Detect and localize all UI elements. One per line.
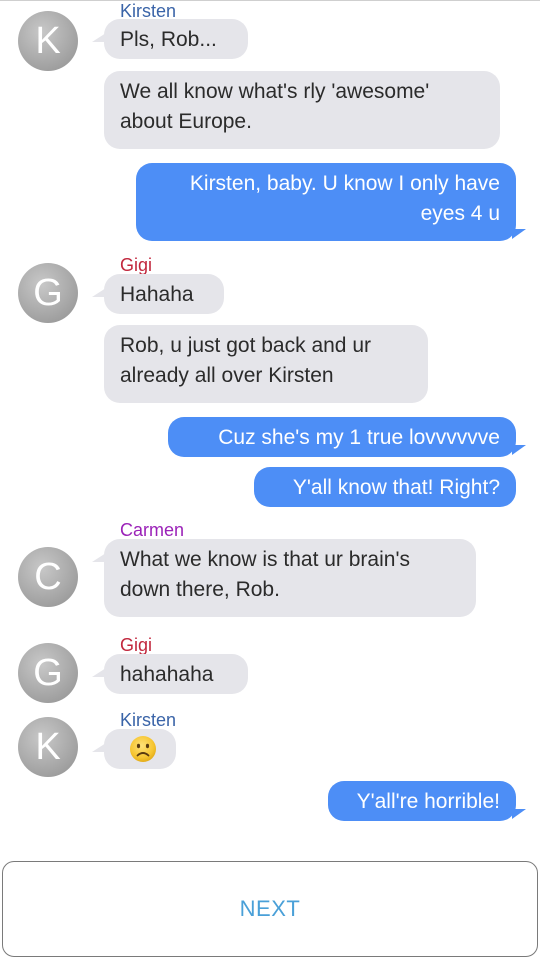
- message-bubble: hahahaha: [92, 654, 248, 694]
- message-bubble: Rob, u just got back and ur already all …: [104, 325, 428, 403]
- message-bubble: We all know what's rly 'awesome' about E…: [104, 71, 500, 149]
- sender-name-gigi: Gigi: [120, 255, 153, 275]
- avatar-gigi: G: [18, 263, 78, 323]
- message-list: Kirsten K Pls, Rob... We all know what's…: [0, 1, 540, 851]
- next-button[interactable]: NEXT: [2, 861, 538, 957]
- outgoing-message-bubble: Kirsten, baby. U know I only have eyes 4…: [136, 163, 526, 241]
- avatar-kirsten: K: [18, 717, 78, 777]
- chat-screen: Kirsten K Pls, Rob... We all know what's…: [0, 0, 540, 960]
- avatar-gigi: G: [18, 643, 78, 703]
- outgoing-message-bubble: Y'all're horrible!: [328, 781, 526, 821]
- sender-name-gigi: Gigi: [120, 635, 153, 655]
- sender-name-kirsten: Kirsten: [120, 1, 177, 21]
- avatar-kirsten: K: [18, 11, 78, 71]
- outgoing-message-bubble: Y'all know that! Right?: [254, 467, 516, 507]
- message-bubble: What we know is that ur brain's down the…: [92, 539, 476, 617]
- sender-name-carmen: Carmen: [120, 520, 185, 540]
- outgoing-message-bubble: Cuz she's my 1 true lovvvvvve: [168, 417, 526, 457]
- message-bubble: Hahaha: [92, 274, 224, 314]
- message-bubble: [92, 729, 176, 769]
- sender-name-kirsten: Kirsten: [120, 710, 177, 730]
- frowning-face-emoji-icon: [130, 736, 156, 763]
- message-bubble: Pls, Rob...: [92, 19, 248, 59]
- avatar-carmen: C: [18, 547, 78, 607]
